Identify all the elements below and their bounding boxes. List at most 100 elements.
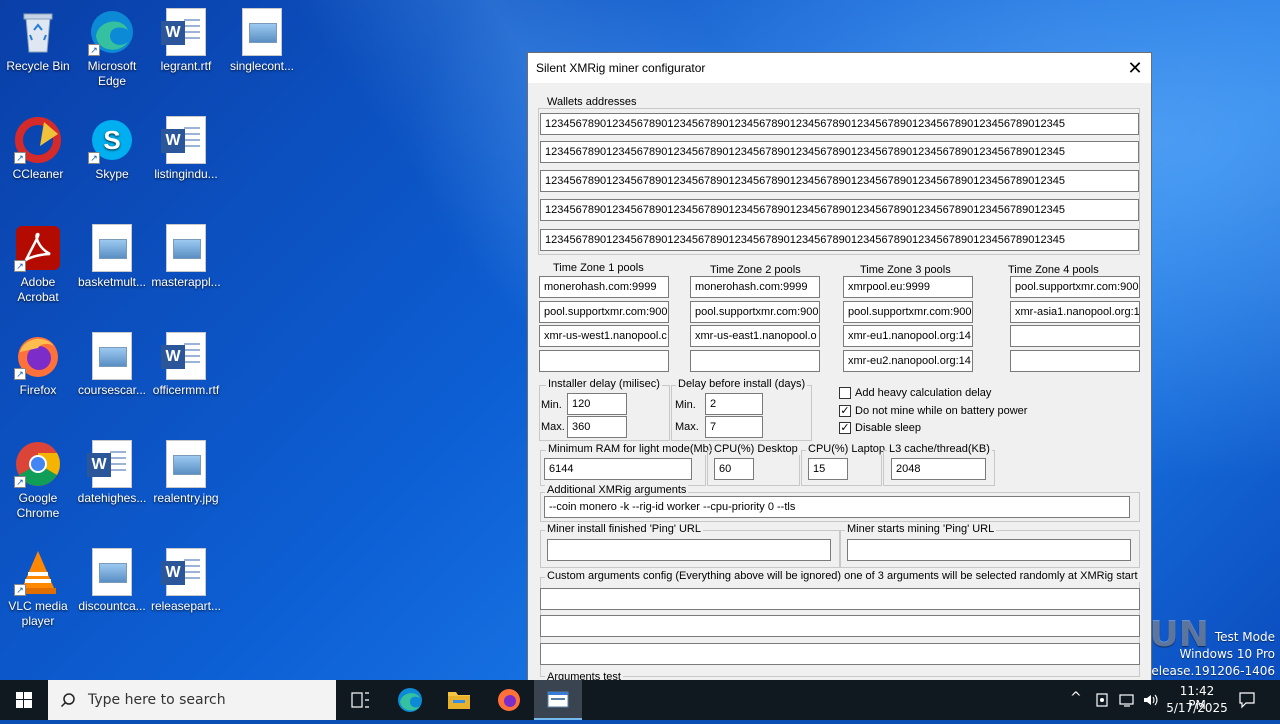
- wallet-address-field-5[interactable]: 1234567890123456789012345678901234567890…: [540, 229, 1139, 251]
- wallet-address-field-4[interactable]: 1234567890123456789012345678901234567890…: [540, 199, 1139, 221]
- tz4-pool-3[interactable]: [1010, 325, 1140, 347]
- tz2-pool-3[interactable]: xmr-us-east1.nanopool.o: [690, 325, 820, 347]
- installer-delay-min-label: Min.: [541, 399, 562, 411]
- ping-install-url-field[interactable]: [547, 539, 831, 561]
- wallet-address-field-3[interactable]: 1234567890123456789012345678901234567890…: [540, 170, 1139, 192]
- tz3-pool-4[interactable]: xmr-eu2.nanopool.org:14: [843, 350, 973, 372]
- icon-label: Skype: [95, 167, 129, 181]
- l3-cache-legend: L3 cache/thread(KB): [887, 443, 992, 455]
- cpu-desktop-field[interactable]: 60: [714, 458, 754, 480]
- tz2-pool-1[interactable]: monerohash.com:9999: [690, 276, 820, 298]
- icon-label: releasepart...: [150, 599, 222, 613]
- custom-args-field-3[interactable]: [540, 643, 1140, 665]
- desktop-icon-google-chrome[interactable]: ↗ Google Chrome: [0, 440, 76, 521]
- wallet-address-field-2[interactable]: 1234567890123456789012345678901234567890…: [540, 141, 1139, 163]
- icon-label: coursescar...: [77, 383, 147, 397]
- task-view-icon: [351, 692, 369, 708]
- tz3-pool-1[interactable]: xmrpool.eu:9999: [843, 276, 973, 298]
- wallet-address-field-1[interactable]: 1234567890123456789012345678901234567890…: [540, 113, 1139, 135]
- tz4-pool-2[interactable]: xmr-asia1.nanopool.org:1: [1010, 301, 1140, 323]
- tz4-pool-4[interactable]: [1010, 350, 1140, 372]
- disable-sleep-checkbox[interactable]: ✓: [839, 422, 851, 434]
- desktop-icon-vlc[interactable]: ↗ VLC media player: [0, 548, 76, 629]
- taskbar-file-explorer-button[interactable]: [435, 680, 483, 720]
- desktop-icon-recycle-bin[interactable]: Recycle Bin: [0, 8, 76, 74]
- edge-icon: ↗: [88, 8, 136, 56]
- cpu-laptop-field[interactable]: 15: [808, 458, 848, 480]
- desktop-icon-ccleaner[interactable]: ↗ CCleaner: [0, 116, 76, 182]
- desktop-icon-realentry[interactable]: realentry.jpg: [148, 440, 224, 506]
- desktop-icon-coursescar[interactable]: coursescar...: [74, 332, 150, 398]
- ping-mining-url-field[interactable]: [847, 539, 1131, 561]
- desktop-icon-basketmult[interactable]: basketmult...: [74, 224, 150, 290]
- icon-label: CCleaner: [12, 167, 64, 181]
- volume-icon[interactable]: [1142, 692, 1160, 708]
- desktop-icon-singlecont[interactable]: singlecont...: [224, 8, 300, 74]
- tz4-label: Time Zone 4 pools: [1008, 264, 1099, 276]
- additional-args-field[interactable]: --coin monero -k --rig-id worker --cpu-p…: [544, 496, 1130, 518]
- desktop-icon-listingindu[interactable]: W listingindu...: [148, 116, 224, 182]
- close-button[interactable]: ✕: [1119, 53, 1151, 83]
- desktop-icon-datehighes[interactable]: W datehighes...: [74, 440, 150, 506]
- delay-install-min-field[interactable]: 2: [705, 393, 763, 415]
- heavy-calculation-label: Add heavy calculation delay: [855, 387, 992, 399]
- heavy-calculation-checkbox[interactable]: [839, 387, 851, 399]
- desktop-icon-masterappl[interactable]: masterappl...: [148, 224, 224, 290]
- desktop-icon-legrant[interactable]: W legrant.rtf: [148, 8, 224, 74]
- device-icon[interactable]: [1094, 692, 1112, 708]
- desktop-icon-discountca[interactable]: discountca...: [74, 548, 150, 614]
- installer-delay-min-field[interactable]: 120: [567, 393, 627, 415]
- desktop-icon-officermm[interactable]: W officermm.rtf: [148, 332, 224, 398]
- custom-args-field-1[interactable]: [540, 588, 1140, 610]
- icon-label: Microsoft Edge: [87, 59, 137, 88]
- network-icon[interactable]: [1118, 692, 1136, 708]
- tray-overflow-chevron-icon[interactable]: ^: [1070, 690, 1082, 706]
- taskbar-firefox-button[interactable]: [485, 680, 533, 720]
- battery-power-label: Do not mine while on battery power: [855, 405, 1028, 417]
- taskbar-edge-button[interactable]: [386, 680, 434, 720]
- chrome-icon: ↗: [14, 440, 62, 488]
- l3-cache-field[interactable]: 2048: [891, 458, 986, 480]
- clock-date[interactable]: 5/17/2025: [1166, 701, 1228, 715]
- desktop-icon-skype[interactable]: S ↗ Skype: [74, 116, 150, 182]
- shortcut-arrow-icon: ↗: [14, 368, 26, 380]
- desktop-icon-firefox[interactable]: ↗ Firefox: [0, 332, 76, 398]
- taskbar-configurator-button[interactable]: [534, 680, 582, 720]
- tz4-pool-1[interactable]: pool.supportxmr.com:900: [1010, 276, 1140, 298]
- image-file-icon: [88, 224, 136, 272]
- desktop-icon-releasepart[interactable]: W releasepart...: [148, 548, 224, 614]
- delay-before-install-legend: Delay before install (days): [676, 378, 808, 390]
- svg-text:S: S: [103, 125, 120, 155]
- skype-icon: S ↗: [88, 116, 136, 164]
- tz3-label: Time Zone 3 pools: [860, 264, 951, 276]
- custom-args-field-2[interactable]: [540, 615, 1140, 637]
- tz3-pool-2[interactable]: pool.supportxmr.com:900: [843, 301, 973, 323]
- acrobat-icon: ↗: [14, 224, 62, 272]
- delay-install-max-field[interactable]: 7: [705, 416, 763, 438]
- start-button[interactable]: [0, 680, 48, 720]
- installer-delay-max-label: Max.: [541, 421, 565, 433]
- desktop-icon-microsoft-edge[interactable]: ↗ Microsoft Edge: [74, 8, 150, 89]
- installer-delay-max-field[interactable]: 360: [567, 416, 627, 438]
- tz1-pool-3[interactable]: xmr-us-west1.nanopool.c: [539, 325, 669, 347]
- tz2-pool-4[interactable]: [690, 350, 820, 372]
- installer-delay-legend: Installer delay (milisec): [546, 378, 662, 390]
- battery-power-checkbox[interactable]: ✓: [839, 405, 851, 417]
- tz3-pool-3[interactable]: xmr-eu1.nanopool.org:14: [843, 325, 973, 347]
- desktop-icon-adobe-acrobat[interactable]: ↗ Adobe Acrobat: [0, 224, 76, 305]
- tz1-pool-2[interactable]: pool.supportxmr.com:900: [539, 301, 669, 323]
- tz1-pool-4[interactable]: [539, 350, 669, 372]
- task-view-button[interactable]: [336, 680, 384, 720]
- tz2-pool-2[interactable]: pool.supportxmr.com:900: [690, 301, 820, 323]
- shortcut-arrow-icon: ↗: [88, 44, 100, 56]
- min-ram-field[interactable]: 6144: [544, 458, 692, 480]
- recycle-bin-icon: [14, 8, 62, 56]
- tz2-label: Time Zone 2 pools: [710, 264, 801, 276]
- windows-logo-icon: [16, 692, 32, 708]
- image-file-icon: [88, 548, 136, 596]
- tz1-pool-1[interactable]: monerohash.com:9999: [539, 276, 669, 298]
- icon-label: Recycle Bin: [6, 59, 70, 73]
- notifications-icon[interactable]: [1238, 691, 1256, 709]
- title-bar[interactable]: Silent XMRig miner configurator ✕: [528, 53, 1151, 83]
- taskbar-search-input[interactable]: Type here to search: [48, 680, 336, 720]
